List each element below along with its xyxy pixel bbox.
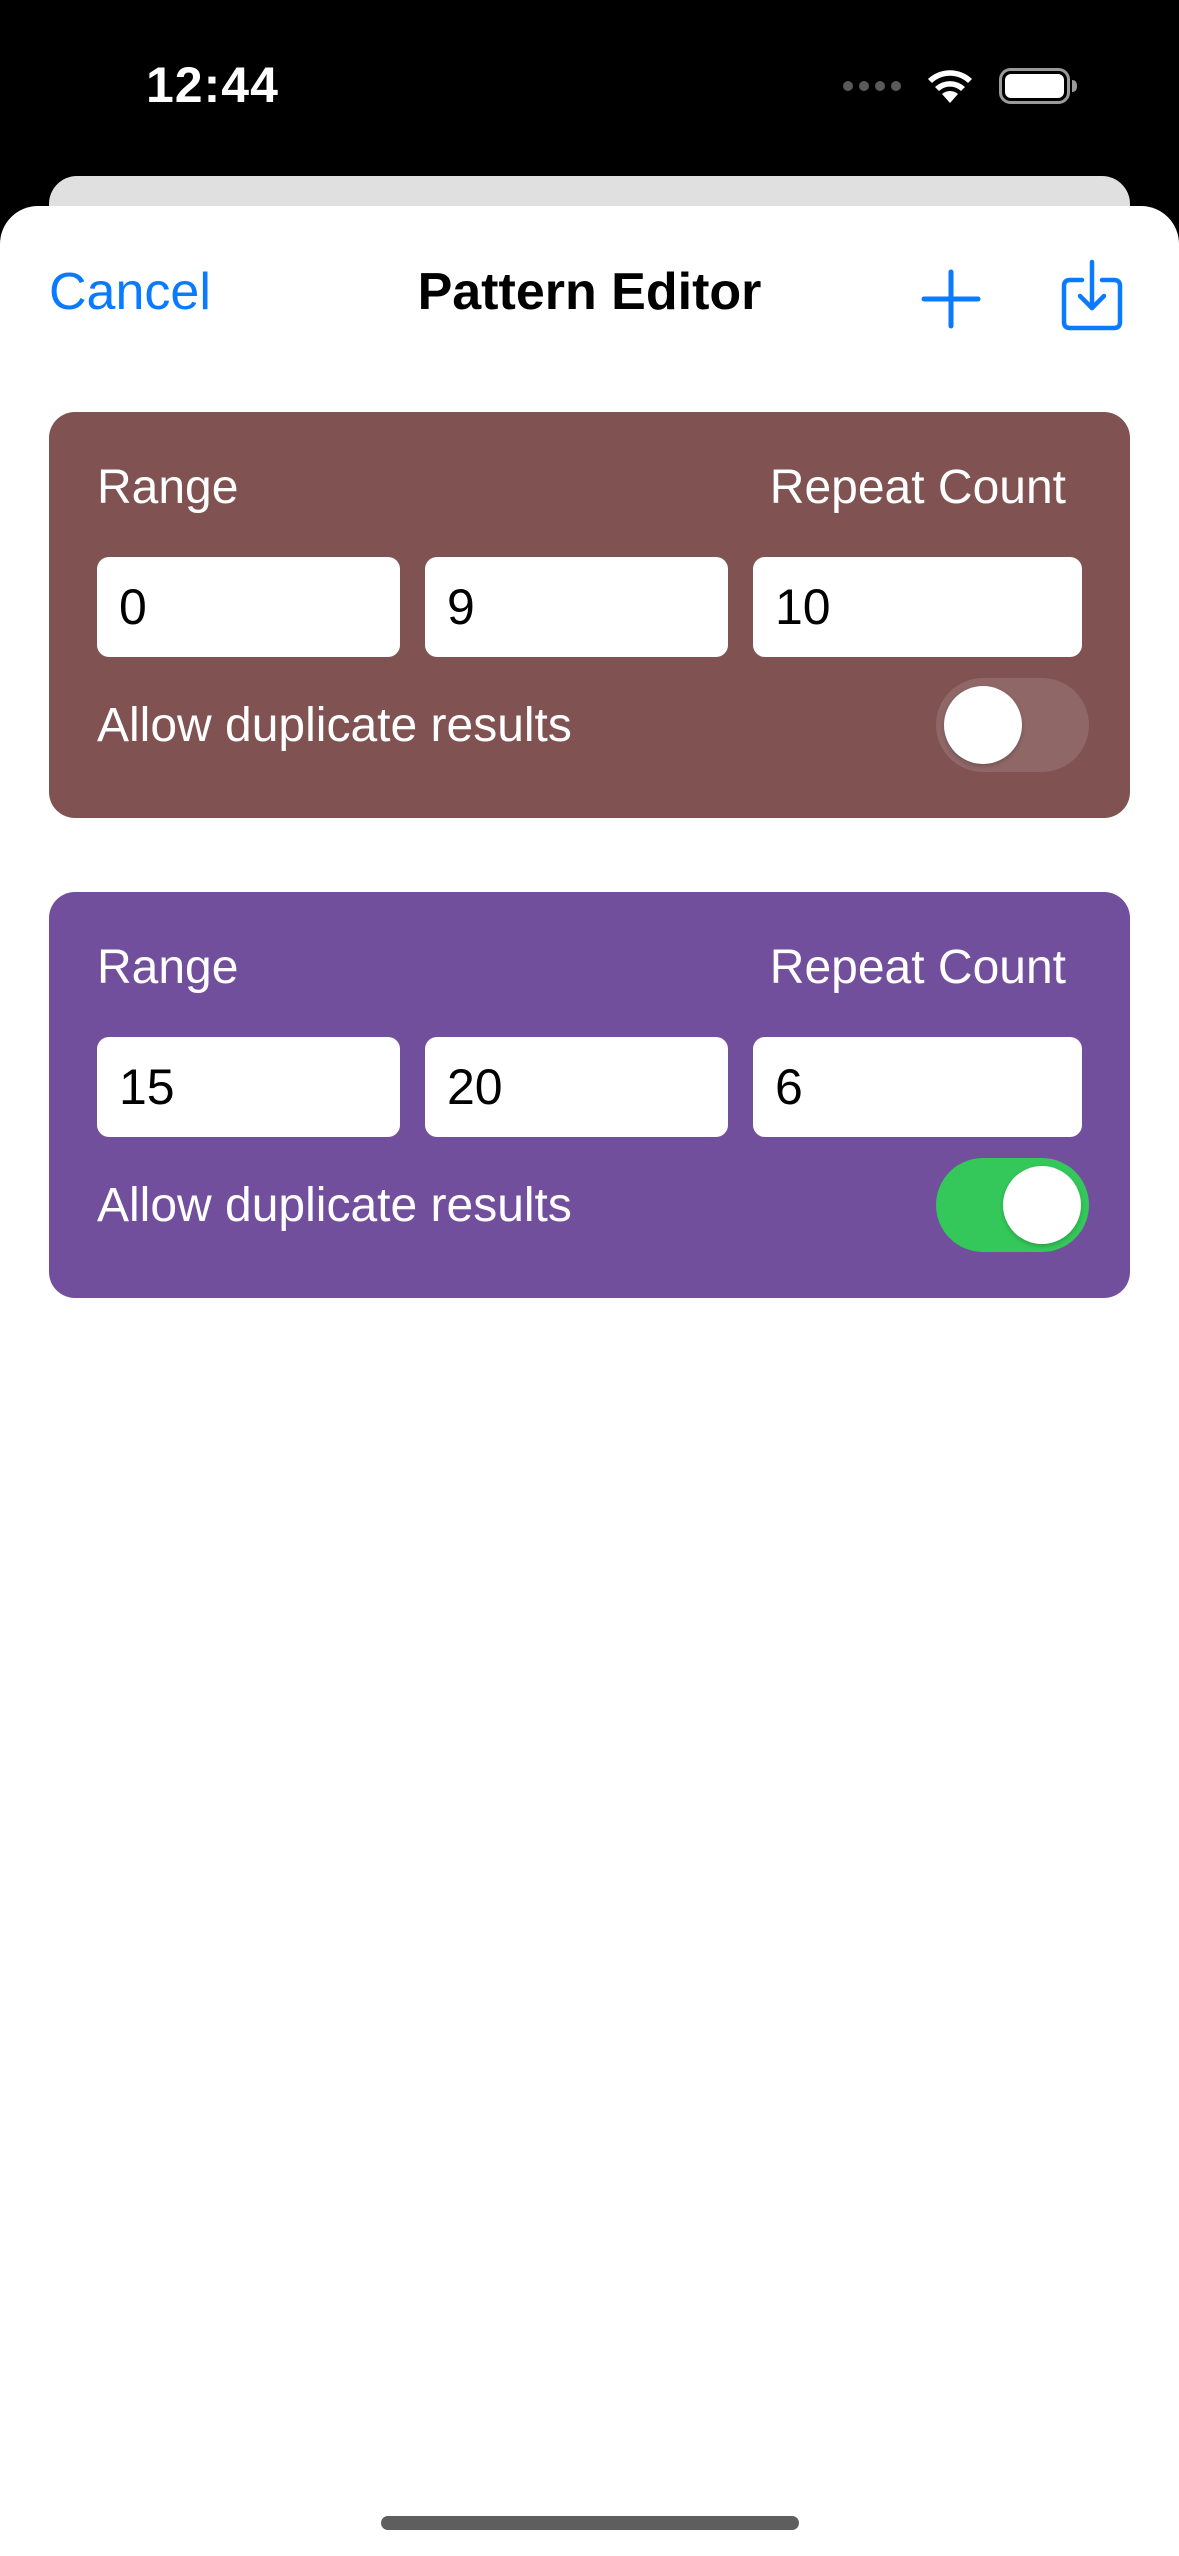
- plus-icon: [921, 269, 981, 329]
- range-max-field[interactable]: 9: [425, 557, 728, 657]
- status-icons: [843, 66, 1079, 106]
- home-indicator: [381, 2516, 799, 2530]
- status-time: 12:44: [146, 57, 279, 113]
- add-pattern-button[interactable]: [918, 266, 984, 332]
- allow-duplicates-toggle[interactable]: [936, 1158, 1089, 1252]
- pattern-card: Range Repeat Count 15 20 6 Allow duplica…: [49, 892, 1130, 1298]
- battery-icon: [999, 68, 1077, 104]
- signal-dots-icon: [843, 81, 901, 91]
- range-label: Range: [97, 941, 239, 994]
- allow-duplicates-toggle[interactable]: [936, 678, 1089, 772]
- range-min-field[interactable]: 15: [97, 1037, 400, 1137]
- repeat-count-field[interactable]: 10: [753, 557, 1082, 657]
- export-button[interactable]: [1060, 258, 1124, 332]
- pattern-editor-sheet: Cancel Pattern Editor Range Repeat Count…: [0, 206, 1179, 2556]
- repeat-count-label: Repeat Count: [769, 941, 1066, 994]
- repeat-count-label: Repeat Count: [769, 461, 1066, 514]
- toggle-knob: [944, 686, 1022, 764]
- square-arrow-down-icon: [1061, 259, 1123, 331]
- range-min-field[interactable]: 0: [97, 557, 400, 657]
- range-label: Range: [97, 461, 239, 514]
- nav-bar: Cancel Pattern Editor: [0, 206, 1179, 381]
- repeat-count-field[interactable]: 6: [753, 1037, 1082, 1137]
- allow-duplicates-label: Allow duplicate results: [97, 699, 572, 752]
- pattern-card: Range Repeat Count 0 9 10 Allow duplicat…: [49, 412, 1130, 818]
- page-title: Pattern Editor: [417, 263, 762, 321]
- range-max-field[interactable]: 20: [425, 1037, 728, 1137]
- status-bar: 12:44: [0, 0, 1179, 175]
- allow-duplicates-label: Allow duplicate results: [97, 1179, 572, 1232]
- toggle-knob: [1003, 1166, 1081, 1244]
- wifi-icon: [928, 70, 972, 103]
